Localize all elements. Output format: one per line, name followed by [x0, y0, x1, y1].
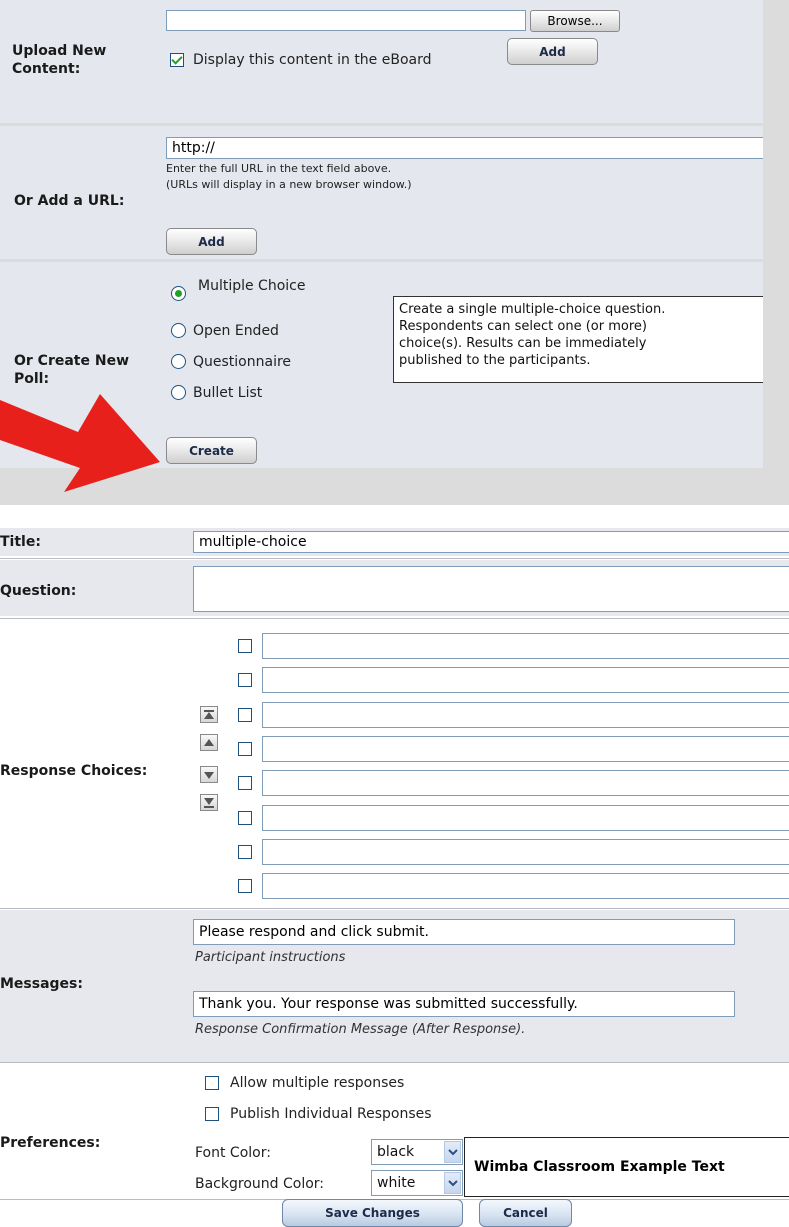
poll-type-multiple-choice-radio[interactable]	[171, 286, 186, 301]
correct-answer-checkbox[interactable]	[238, 639, 252, 653]
question-label: Question:	[0, 583, 77, 599]
display-in-eboard-label: Display this content in the eBoard	[193, 52, 432, 68]
move-to-bottom-icon[interactable]	[200, 794, 218, 811]
upload-add-button[interactable]: Add	[507, 38, 598, 65]
poll-type-bullet-list-radio[interactable]	[171, 385, 186, 400]
color-preview-example: Wimba Classroom Example Text	[464, 1137, 789, 1197]
participant-instructions-caption: Participant instructions	[195, 950, 346, 965]
chevron-down-icon	[444, 1172, 461, 1194]
correct-answer-checkbox[interactable]	[238, 776, 252, 790]
response-choice-input[interactable]	[262, 633, 789, 659]
response-choice-input[interactable]	[262, 805, 789, 831]
response-choice-input[interactable]	[262, 702, 789, 728]
messages-label: Messages:	[0, 976, 83, 992]
move-down-icon[interactable]	[200, 766, 218, 783]
response-choice-input[interactable]	[262, 770, 789, 796]
move-up-icon[interactable]	[200, 734, 218, 751]
confirmation-message-input[interactable]: Thank you. Your response was submitted s…	[193, 991, 735, 1017]
poll-description-box: Create a single multiple-choice question…	[393, 296, 763, 383]
preferences-label: Preferences:	[0, 1135, 101, 1151]
confirmation-message-caption: Response Confirmation Message (After Res…	[195, 1022, 526, 1037]
url-add-button[interactable]: Add	[166, 228, 257, 255]
font-color-select[interactable]: black	[371, 1139, 463, 1165]
poll-type-questionnaire-radio[interactable]	[171, 354, 186, 369]
divider	[0, 908, 789, 909]
title-label: Title:	[0, 534, 41, 550]
question-input[interactable]	[193, 566, 789, 612]
allow-multiple-responses-checkbox[interactable]	[205, 1076, 219, 1090]
allow-multiple-responses-label: Allow multiple responses	[230, 1075, 405, 1091]
poll-type-questionnaire-label: Questionnaire	[193, 354, 292, 370]
publish-individual-responses-checkbox[interactable]	[205, 1107, 219, 1121]
url-label: Or Add a URL:	[14, 193, 125, 209]
poll-type-open-ended-radio[interactable]	[171, 323, 186, 338]
response-choice-input[interactable]	[262, 667, 789, 693]
create-poll-button[interactable]: Create	[166, 437, 257, 464]
chevron-down-icon	[444, 1141, 461, 1163]
url-hint: Enter the full URL in the text field abo…	[166, 162, 412, 191]
file-path-input[interactable]	[166, 10, 526, 31]
correct-answer-checkbox[interactable]	[238, 742, 252, 756]
response-choice-input[interactable]	[262, 873, 789, 899]
divider	[0, 558, 789, 559]
correct-answer-checkbox[interactable]	[238, 673, 252, 687]
browse-button[interactable]: Browse...	[530, 10, 620, 32]
response-choice-input[interactable]	[262, 839, 789, 865]
response-choices-label: Response Choices:	[0, 763, 148, 779]
red-arrow-icon	[0, 394, 160, 492]
url-input[interactable]: http://	[166, 137, 763, 159]
response-choice-input[interactable]	[262, 736, 789, 762]
poll-type-open-ended-label: Open Ended	[193, 323, 279, 339]
divider	[0, 1062, 789, 1063]
display-in-eboard-checkbox[interactable]	[170, 53, 184, 67]
correct-answer-checkbox[interactable]	[238, 879, 252, 893]
divider	[0, 618, 789, 619]
correct-answer-checkbox[interactable]	[238, 708, 252, 722]
correct-answer-checkbox[interactable]	[238, 811, 252, 825]
poll-type-bullet-list-label: Bullet List	[193, 385, 263, 401]
correct-answer-checkbox[interactable]	[238, 845, 252, 859]
poll-type-multiple-choice-label: Multiple Choice	[198, 278, 306, 294]
upload-label: Upload New Content:	[12, 43, 107, 77]
participant-instructions-input[interactable]: Please respond and click submit.	[193, 919, 735, 945]
title-input[interactable]: multiple-choice	[193, 531, 789, 553]
background-color-select[interactable]: white	[371, 1170, 463, 1196]
move-to-top-icon[interactable]	[200, 706, 218, 723]
font-color-label: Font Color:	[195, 1145, 271, 1161]
background-color-label: Background Color:	[195, 1176, 324, 1192]
publish-individual-responses-label: Publish Individual Responses	[230, 1106, 432, 1122]
